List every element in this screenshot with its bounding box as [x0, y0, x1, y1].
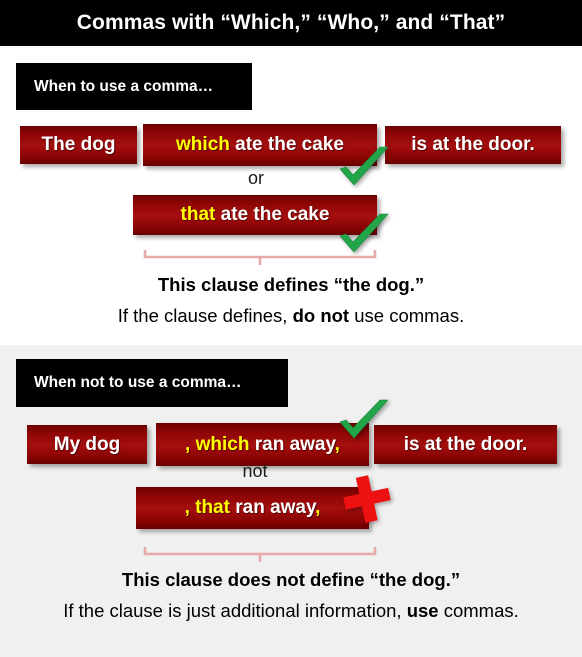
clause-rest-bottom-which: ran away — [249, 433, 335, 455]
highlight-comma-close-that-bottom: , — [315, 497, 321, 518]
clause-rest-top-that: ate the cake — [215, 204, 330, 225]
title-bar: Commas with “Which,” “Who,” and “That” — [0, 0, 582, 46]
clause-box-that-ran-away: , that ran away, — [136, 487, 369, 529]
caption-clause-defines: This clause defines “the dog.” — [157, 274, 425, 295]
bracket-icon — [143, 250, 377, 265]
cross-mark-icon — [343, 475, 391, 523]
section-header-when-to-use: When to use a comma… — [16, 63, 252, 110]
clause-box-subject-top-text: The dog — [41, 134, 116, 155]
bracket-icon — [143, 547, 377, 562]
clause-box-that-ate-the-cake-text: that ate the cake — [181, 204, 330, 226]
highlight-comma-open-that-bottom: , — [184, 497, 196, 518]
caption-do-not-emphasis: do not — [292, 305, 350, 326]
caption-do-not-prefix: If the clause defines, — [117, 305, 293, 326]
clause-rest-top-which: ate the cake — [229, 134, 344, 155]
highlight-word-that-bottom: that — [195, 497, 230, 518]
connector-not: not — [242, 461, 268, 481]
connector-or: or — [247, 168, 264, 188]
section-header-when-not-to-use: When not to use a comma… — [16, 359, 288, 407]
clause-box-subject-bottom-text: My dog — [53, 433, 121, 455]
check-mark-icon — [339, 399, 389, 439]
clause-rest-bottom-that: ran away — [229, 497, 316, 518]
clause-box-predicate-bottom-text: is at the door. — [403, 433, 528, 455]
highlight-word-which-bottom: which — [195, 433, 250, 455]
highlight-word-which-top: which — [176, 134, 230, 155]
caption-clause-does-not-define: This clause does not define “the dog.” — [121, 569, 461, 590]
infographic-page: Commas with “Which,” “Who,” and “That” W… — [0, 0, 582, 657]
highlight-word-that-top: that — [180, 204, 216, 225]
caption-use-emphasis: use — [406, 600, 439, 621]
clause-box-subject-top: The dog — [20, 126, 137, 164]
section-header-when-not-to-use-label: When not to use a comma… — [34, 374, 242, 391]
clause-box-which-ran-away-text: , which ran away, — [185, 434, 340, 456]
page-title: Commas with “Which,” “Who,” and “That” — [76, 11, 506, 34]
clause-box-predicate-top-text: is at the door. — [411, 134, 535, 155]
clause-box-which-ate-the-cake-text: which ate the cake — [176, 134, 344, 156]
clause-box-predicate-bottom: is at the door. — [374, 425, 557, 464]
check-mark-icon — [339, 146, 389, 186]
section-header-when-to-use-label: When to use a comma… — [34, 77, 214, 95]
clause-box-that-ran-away-text: , that ran away, — [185, 497, 321, 519]
caption-use-commas: If the clause is just additional informa… — [0, 600, 582, 622]
clause-box-subject-bottom: My dog — [27, 425, 147, 464]
caption-do-not-use-commas: If the clause defines, do not use commas… — [0, 305, 582, 327]
caption-use-suffix: commas. — [438, 600, 519, 621]
highlight-comma-open-which-bottom: , — [185, 433, 196, 455]
clause-box-predicate-top: is at the door. — [385, 126, 561, 164]
caption-do-not-suffix: use commas. — [349, 305, 465, 326]
caption-use-prefix: If the clause is just additional informa… — [63, 600, 407, 621]
